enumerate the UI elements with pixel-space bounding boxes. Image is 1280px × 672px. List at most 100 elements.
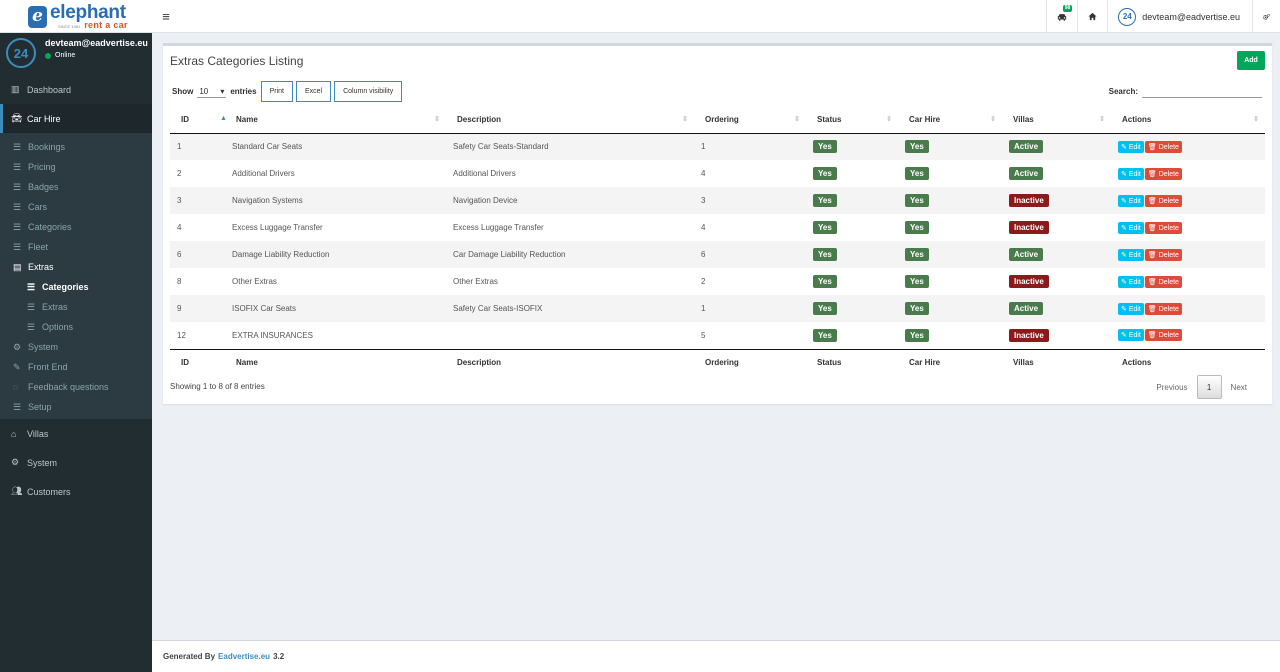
add-button[interactable]: Add xyxy=(1237,51,1265,70)
delete-label: Delete xyxy=(1158,170,1179,178)
sidebar-item-label: Categories xyxy=(42,282,89,292)
pagination-next[interactable]: Next xyxy=(1222,375,1256,399)
edit-button[interactable]: ✎ Edit xyxy=(1118,140,1144,153)
sidebar-item-dashboard[interactable]: ▥ Dashboard xyxy=(0,75,152,104)
cell-id: 4 xyxy=(177,223,182,232)
edit-button[interactable]: ✎ Edit xyxy=(1118,167,1144,180)
table-row: 2 Additional Drivers Additional Drivers 4 Ye… xyxy=(170,160,1265,187)
cell-status: Yes xyxy=(806,133,898,160)
search-input[interactable] xyxy=(1142,84,1262,98)
user-avatar-large: 24 xyxy=(6,38,36,68)
sidebar-item-customers[interactable]: 👥︎ Customers xyxy=(0,477,152,506)
delete-button[interactable]: 🗑︎ Delete xyxy=(1144,302,1182,315)
edit-button[interactable]: ✎ Edit xyxy=(1118,302,1144,315)
car-notifications-button[interactable]: 98 xyxy=(1046,0,1077,33)
column-visibility-button[interactable]: Column visibility xyxy=(334,81,403,102)
sidebar-item-fleet[interactable]: ☰ Fleet xyxy=(0,237,152,257)
delete-button[interactable]: 🗑︎ Delete xyxy=(1144,194,1182,207)
column-header-actions[interactable]: Actions ⇕ xyxy=(1111,106,1265,134)
column-header-villas[interactable]: Villas ⇕ xyxy=(1002,106,1111,134)
column-header-car-hire[interactable]: Car Hire ⇕ xyxy=(898,106,1002,134)
sidebar-item-label: Setup xyxy=(28,402,52,412)
sidebar-item-bookings[interactable]: ☰ Bookings xyxy=(0,137,152,157)
delete-label: Delete xyxy=(1158,332,1179,340)
cell-villas: Active xyxy=(1002,241,1111,268)
sort-icon: ⇕ xyxy=(1099,116,1105,123)
sidebar-item-villas[interactable]: ⌂ Villas xyxy=(0,419,152,448)
sidebar-item-car-system[interactable]: ⚙ System xyxy=(0,337,152,357)
sidebar-item-front-end[interactable]: ✎ Front End xyxy=(0,357,152,377)
sidebar-item-label: Badges xyxy=(28,182,59,192)
user-menu[interactable]: 24 devteam@eadvertise.eu xyxy=(1107,0,1252,33)
villas-badge: Active xyxy=(1009,167,1044,180)
cell-ordering: 1 xyxy=(701,304,706,313)
sidebar-item-extras[interactable]: ▤ Extras xyxy=(0,257,152,277)
sidebar-item-cars[interactable]: ☰ Cars xyxy=(0,197,152,217)
keyboard-icon: ▤ xyxy=(13,261,22,272)
delete-button[interactable]: 🗑︎ Delete xyxy=(1144,221,1182,234)
cell-car-hire: Yes xyxy=(898,133,1002,160)
edit-button[interactable]: ✎ Edit xyxy=(1118,329,1144,342)
delete-button[interactable]: 🗑︎ Delete xyxy=(1144,275,1182,288)
entries-select[interactable]: 10 ▾ xyxy=(197,85,227,98)
cell-ordering: 1 xyxy=(701,142,706,152)
sidebar-item-extras-options[interactable]: ☰ Options xyxy=(0,317,152,337)
home-button[interactable] xyxy=(1077,0,1107,33)
table-row: 12 EXTRA INSURANCES 5 Yes Yes Inactive ✎ Edit 🗑… xyxy=(170,322,1265,349)
column-header-description[interactable]: Description ⇕ xyxy=(446,106,694,134)
car-icon: 🚘︎ xyxy=(11,113,23,123)
edit-button[interactable]: ✎ Edit xyxy=(1118,221,1144,234)
edit-label: Edit xyxy=(1128,251,1141,259)
sidebar-item-setup[interactable]: ☰ Setup xyxy=(0,397,152,417)
sidebar-user-name: devteam@eadvertise.eu xyxy=(45,38,148,48)
footer-header-id: ID xyxy=(170,348,225,376)
table-footer-row: ID Name Description Ordering Status Car … xyxy=(170,348,1265,376)
sidebar-item-car-hire[interactable]: 🚘︎ Car Hire xyxy=(0,104,152,133)
sidebar-item-extras-categories[interactable]: ☰ Categories xyxy=(0,277,152,297)
print-button[interactable]: Print xyxy=(260,81,293,102)
column-header-name[interactable]: Name ⇕ xyxy=(225,106,446,134)
user-email: devteam@eadvertise.eu xyxy=(1142,11,1240,22)
edit-label: Edit xyxy=(1128,278,1141,286)
sidebar-item-extras-extras[interactable]: ☰ Extras xyxy=(0,297,152,317)
cell-actions: ✎ Edit 🗑︎ Delete xyxy=(1111,322,1265,349)
edit-button[interactable]: ✎ Edit xyxy=(1118,194,1144,207)
cell-description: Safety Car Seats-Standard xyxy=(453,142,549,152)
sidebar-item-categories[interactable]: ☰ Categories xyxy=(0,217,152,237)
edit-button[interactable]: ✎ Edit xyxy=(1118,275,1144,288)
sidebar-item-badges[interactable]: ☰ Badges xyxy=(0,177,152,197)
sidebar-item-pricing[interactable]: ☰ Pricing xyxy=(0,157,152,177)
delete-button[interactable]: 🗑︎ Delete xyxy=(1144,167,1182,180)
pagination-previous[interactable]: Previous xyxy=(1147,375,1196,399)
column-header-label: Status xyxy=(817,114,842,124)
cell-status: Yes xyxy=(806,295,898,322)
delete-label: Delete xyxy=(1158,224,1179,232)
sidebar-item-system[interactable]: ⚙ System xyxy=(0,448,152,477)
delete-button[interactable]: 🗑︎ Delete xyxy=(1144,248,1182,261)
column-header-id[interactable]: ID ▲ xyxy=(170,106,227,134)
sidebar-toggle-icon[interactable]: ≡ xyxy=(152,0,180,33)
villas-badge: Inactive xyxy=(1009,194,1049,207)
brand-logo[interactable]: e elephant SINCE 1981 rent a car xyxy=(0,0,152,33)
delete-button[interactable]: 🗑︎ Delete xyxy=(1144,329,1182,342)
sidebar-item-feedback-questions[interactable]: ◌ Feedback questions xyxy=(0,377,152,397)
villas-badge: Active xyxy=(1009,140,1044,154)
excel-button[interactable]: Excel xyxy=(295,81,332,102)
edit-label: Edit xyxy=(1128,305,1141,313)
edit-label: Edit xyxy=(1128,170,1141,178)
edit-button[interactable]: ✎ Edit xyxy=(1118,248,1144,261)
footer-link[interactable]: Eadvertise.eu xyxy=(218,652,270,661)
extras-categories-table: ID ▲ Name ⇕ Description ⇕ Ordering ⇕ Status ⇕… xyxy=(170,106,1265,376)
column-header-ordering[interactable]: Ordering ⇕ xyxy=(694,106,806,134)
sort-icon: ⇕ xyxy=(990,116,996,123)
cell-status: Yes xyxy=(806,160,898,187)
delete-button[interactable]: 🗑︎ Delete xyxy=(1144,140,1182,153)
settings-button[interactable] xyxy=(1252,0,1280,33)
villas-badge: Inactive xyxy=(1009,221,1049,234)
pencil-icon: ✎ xyxy=(1121,305,1129,313)
pagination-page-1[interactable]: 1 xyxy=(1196,375,1222,399)
column-header-label: ID xyxy=(181,114,189,124)
column-header-status[interactable]: Status ⇕ xyxy=(806,106,898,134)
car-hire-badge: Yes xyxy=(905,302,929,315)
sidebar-item-label: Options xyxy=(42,322,74,332)
